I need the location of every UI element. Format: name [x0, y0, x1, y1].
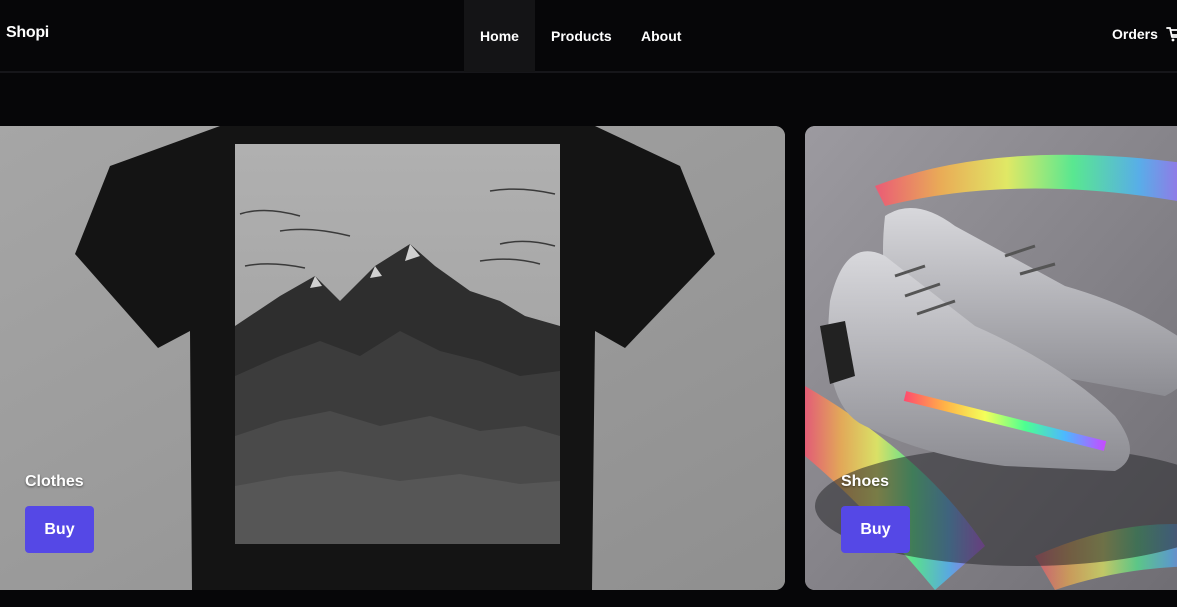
- nav-link-home[interactable]: Home: [464, 0, 535, 72]
- top-navbar: Shopi Home Products About Orders: [0, 0, 1177, 73]
- nav-link-about[interactable]: About: [625, 0, 705, 72]
- category-card-shoes: Shoes Buy: [805, 126, 1177, 590]
- nav-links: Home Products About: [464, 0, 705, 72]
- buy-button-shoes[interactable]: Buy: [841, 506, 910, 553]
- logo[interactable]: Shopi: [6, 24, 49, 42]
- buy-button-clothes[interactable]: Buy: [25, 506, 94, 553]
- tshirt-image: [0, 126, 785, 590]
- card-title: Shoes: [841, 473, 890, 490]
- nav-link-products[interactable]: Products: [535, 0, 625, 72]
- cart-icon[interactable]: [1166, 25, 1177, 48]
- category-card-clothes: Clothes Buy: [0, 126, 785, 590]
- card-title: Clothes: [25, 473, 84, 490]
- orders-link[interactable]: Orders: [1112, 26, 1158, 42]
